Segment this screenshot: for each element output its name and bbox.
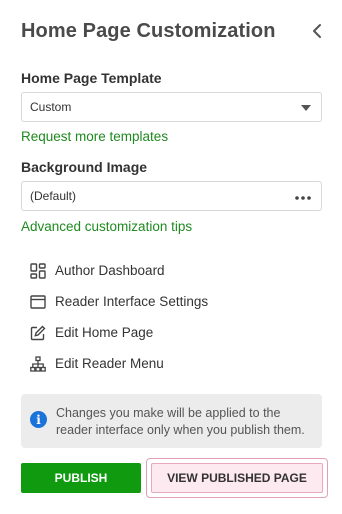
more-options-icon[interactable] xyxy=(295,189,311,203)
dashboard-icon xyxy=(29,262,47,280)
template-label: Home Page Template xyxy=(21,70,162,86)
menu-item-reader-interface-settings[interactable]: Reader Interface Settings xyxy=(29,286,208,317)
panel-title: Home Page Customization xyxy=(21,19,276,42)
info-notice: i Changes you make will be applied to th… xyxy=(21,394,322,448)
edit-icon xyxy=(29,324,47,342)
view-published-focus-ring: VIEW PUBLISHED PAGE xyxy=(146,458,328,498)
customization-panel: Home Page Customization Home Page Templa… xyxy=(0,0,342,514)
panel-header: Home Page Customization xyxy=(21,18,328,44)
background-label: Background Image xyxy=(21,159,148,175)
menu-item-label: Edit Home Page xyxy=(55,325,154,340)
menu-item-edit-reader-menu[interactable]: Edit Reader Menu xyxy=(29,348,208,379)
template-select-value: Custom xyxy=(30,100,72,114)
menu-item-label: Author Dashboard xyxy=(55,263,165,278)
chevron-left-icon[interactable] xyxy=(306,20,328,42)
window-icon xyxy=(29,293,47,311)
menu-item-edit-home-page[interactable]: Edit Home Page xyxy=(29,317,208,348)
sitemap-icon xyxy=(29,355,47,373)
menu-item-label: Edit Reader Menu xyxy=(55,356,164,371)
info-text: Changes you make will be applied to the … xyxy=(56,406,305,437)
caret-down-icon xyxy=(301,100,311,114)
info-icon: i xyxy=(30,411,47,428)
menu-item-author-dashboard[interactable]: Author Dashboard xyxy=(29,255,208,286)
publish-button[interactable]: PUBLISH xyxy=(21,463,141,493)
background-select-value: (Default) xyxy=(30,189,77,203)
customization-tips-link[interactable]: Advanced customization tips xyxy=(21,219,192,234)
menu-list: Author Dashboard Reader Interface Settin… xyxy=(29,255,208,379)
background-select[interactable]: (Default) xyxy=(21,181,322,211)
template-select[interactable]: Custom xyxy=(21,92,322,122)
menu-item-label: Reader Interface Settings xyxy=(55,294,209,309)
request-templates-link[interactable]: Request more templates xyxy=(21,129,168,144)
view-published-page-button[interactable]: VIEW PUBLISHED PAGE xyxy=(151,463,323,493)
